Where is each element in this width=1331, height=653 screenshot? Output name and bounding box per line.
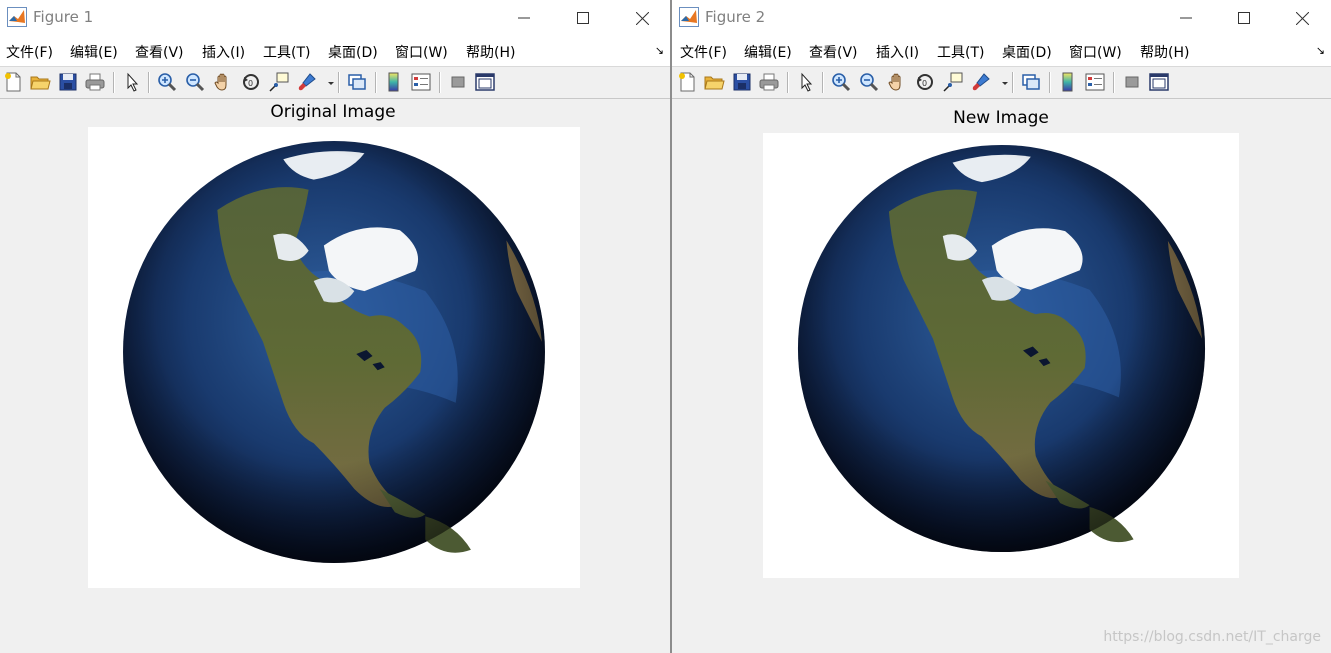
figure-title: Original Image — [270, 102, 396, 122]
show-plot-tools-icon[interactable] — [1148, 71, 1170, 93]
close-icon — [1296, 12, 1309, 25]
toolbar-separator — [787, 72, 788, 93]
window-title: Figure 1 — [33, 8, 94, 26]
toolbar-separator — [338, 72, 339, 93]
dock-arrow-icon[interactable]: ↘ — [655, 44, 664, 57]
menu-desktop[interactable]: 桌面(D) — [328, 42, 378, 62]
close-icon — [636, 12, 649, 25]
toolbar-separator — [1012, 72, 1013, 93]
menu-help[interactable]: 帮助(H) — [466, 42, 515, 62]
window-title: Figure 2 — [705, 8, 766, 26]
menu-view[interactable]: 查看(V) — [809, 42, 858, 62]
maximize-button[interactable] — [1220, 4, 1266, 32]
figure-window-1[interactable]: Figure 1 文件(F) 编辑(E) 查看(V) 插入(I) 工具(T) 桌… — [0, 0, 670, 653]
toolbar-separator — [1049, 72, 1050, 93]
maximize-icon — [577, 12, 589, 24]
image-axes[interactable] — [88, 127, 580, 588]
minimize-icon — [1180, 17, 1192, 19]
hide-plot-tools-icon[interactable] — [447, 71, 469, 93]
save-icon[interactable] — [57, 71, 79, 93]
data-cursor-icon[interactable] — [268, 71, 290, 93]
menu-help[interactable]: 帮助(H) — [1140, 42, 1189, 62]
menu-view[interactable]: 查看(V) — [135, 42, 184, 62]
toolbar-separator — [439, 72, 440, 93]
menu-insert[interactable]: 插入(I) — [202, 42, 245, 62]
dock-arrow-icon[interactable]: ↘ — [1316, 44, 1325, 57]
image-axes[interactable] — [763, 133, 1239, 578]
toolbar-separator — [1113, 72, 1114, 93]
earth-globe-image — [797, 144, 1206, 553]
zoom-out-icon[interactable] — [858, 71, 880, 93]
data-cursor-icon[interactable] — [942, 71, 964, 93]
maximize-icon — [1238, 12, 1250, 24]
menu-window[interactable]: 窗口(W) — [1069, 42, 1122, 62]
menu-edit[interactable]: 编辑(E) — [744, 42, 792, 62]
title-bar[interactable]: Figure 1 — [0, 0, 670, 36]
menu-insert[interactable]: 插入(I) — [876, 42, 919, 62]
link-plot-icon[interactable] — [346, 71, 368, 93]
open-file-icon[interactable] — [703, 71, 725, 93]
menu-window[interactable]: 窗口(W) — [395, 42, 448, 62]
minimize-icon — [518, 17, 530, 19]
menu-bar: 文件(F) 编辑(E) 查看(V) 插入(I) 工具(T) 桌面(D) 窗口(W… — [0, 36, 670, 67]
watermark: https://blog.csdn.net/IT_charge — [1103, 629, 1321, 645]
toolbar-separator — [113, 72, 114, 93]
hide-plot-tools-icon[interactable] — [1121, 71, 1143, 93]
figure-window-2[interactable]: Figure 2 文件(F) 编辑(E) 查看(V) 插入(I) 工具(T) 桌… — [672, 0, 1331, 653]
menu-file[interactable]: 文件(F) — [6, 42, 53, 62]
matlab-app-icon — [679, 7, 699, 27]
title-bar[interactable]: Figure 2 — [672, 0, 1331, 36]
zoom-out-icon[interactable] — [184, 71, 206, 93]
menu-file[interactable]: 文件(F) — [680, 42, 727, 62]
menu-edit[interactable]: 编辑(E) — [70, 42, 118, 62]
colorbar-icon[interactable] — [383, 71, 405, 93]
pan-hand-icon[interactable] — [212, 71, 234, 93]
figure-title: New Image — [953, 108, 1049, 128]
print-icon[interactable] — [84, 71, 106, 93]
minimize-button[interactable] — [1162, 4, 1208, 32]
brush-dropdown-icon[interactable] — [994, 71, 1008, 93]
rotate-3d-icon[interactable]: 0 — [914, 71, 936, 93]
new-figure-icon[interactable] — [676, 71, 698, 93]
legend-icon[interactable] — [1084, 71, 1106, 93]
brush-icon[interactable] — [296, 71, 318, 93]
open-file-icon[interactable] — [29, 71, 51, 93]
zoom-in-icon[interactable] — [156, 71, 178, 93]
show-plot-tools-icon[interactable] — [474, 71, 496, 93]
rotate-3d-icon[interactable]: 0 — [240, 71, 262, 93]
toolbar-separator — [822, 72, 823, 93]
menu-tools[interactable]: 工具(T) — [937, 42, 984, 62]
toolbar-separator — [148, 72, 149, 93]
menu-bar: 文件(F) 编辑(E) 查看(V) 插入(I) 工具(T) 桌面(D) 窗口(W… — [672, 36, 1331, 67]
edit-plot-cursor-icon[interactable] — [121, 71, 143, 93]
link-plot-icon[interactable] — [1020, 71, 1042, 93]
legend-icon[interactable] — [410, 71, 432, 93]
new-figure-icon[interactable] — [2, 71, 24, 93]
save-icon[interactable] — [731, 71, 753, 93]
menu-desktop[interactable]: 桌面(D) — [1002, 42, 1052, 62]
svg-text:0: 0 — [248, 79, 253, 88]
brush-dropdown-icon[interactable] — [320, 71, 334, 93]
earth-globe-image — [123, 141, 545, 563]
brush-icon[interactable] — [970, 71, 992, 93]
figure-toolbar: 0 — [0, 67, 670, 99]
toolbar-separator — [375, 72, 376, 93]
pan-hand-icon[interactable] — [886, 71, 908, 93]
print-icon[interactable] — [758, 71, 780, 93]
menu-tools[interactable]: 工具(T) — [263, 42, 310, 62]
svg-text:0: 0 — [922, 79, 927, 88]
close-button[interactable] — [1278, 4, 1324, 32]
maximize-button[interactable] — [559, 4, 605, 32]
figure-toolbar: 0 — [672, 67, 1331, 99]
close-button[interactable] — [618, 4, 664, 32]
zoom-in-icon[interactable] — [830, 71, 852, 93]
matlab-app-icon — [7, 7, 27, 27]
edit-plot-cursor-icon[interactable] — [795, 71, 817, 93]
minimize-button[interactable] — [500, 4, 546, 32]
colorbar-icon[interactable] — [1057, 71, 1079, 93]
